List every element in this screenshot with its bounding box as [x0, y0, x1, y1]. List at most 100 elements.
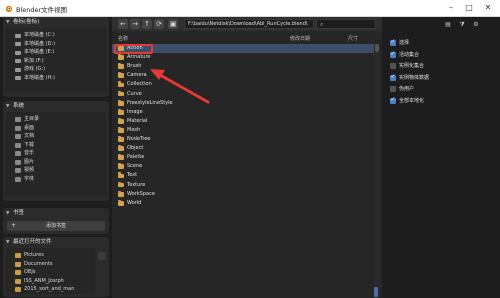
add-bookmark-button[interactable]: + 添加书签	[7, 221, 105, 231]
file-name: Scene	[127, 163, 143, 170]
file-row[interactable]: Brush	[112, 62, 374, 71]
chevron-down-icon: ▼	[6, 104, 10, 109]
option-checkbox[interactable]: 活动集合	[390, 50, 420, 59]
file-row[interactable]: Image	[112, 108, 374, 117]
file-row[interactable]: Material	[112, 117, 374, 126]
file-row[interactable]: Camera	[112, 71, 374, 80]
volume-item[interactable]: 本地磁盘 (C:)	[6, 31, 106, 40]
file-row[interactable]: WorkSpace	[112, 190, 374, 199]
maximize-button[interactable]: □	[462, 2, 476, 14]
bookmarks-panel: ▼ 书签 + 添加书签	[3, 208, 109, 234]
volume-item[interactable]: 游戏 (G:)	[6, 65, 106, 74]
recent-item[interactable]: ISS_ANM_Josrph	[6, 277, 95, 286]
view-icon[interactable]: ▤	[444, 21, 452, 29]
image-icon	[15, 159, 21, 165]
system-item-videos[interactable]: 视频	[6, 166, 106, 175]
checkbox-checked-icon[interactable]	[390, 96, 396, 104]
system-item-downloads[interactable]: 下载	[6, 141, 106, 150]
sidebar: ▼ 卷标(卷标) 本地磁盘 (C:) 本地磁盘 (D:) 本地磁盘 (E:) 新…	[0, 17, 112, 298]
recent-header[interactable]: ▼ 最近打开的文件	[3, 237, 109, 248]
gear-icon[interactable]: ⚙	[472, 21, 480, 29]
file-name: Texture	[127, 181, 146, 188]
file-row[interactable]: NodeTree	[112, 135, 374, 144]
volume-item[interactable]: 本地磁盘 (E:)	[6, 48, 106, 57]
recent-item[interactable]: OBJs	[6, 268, 95, 277]
title-bar: Blender文件视图 – □ ✕	[0, 0, 500, 17]
minimize-button[interactable]: –	[444, 2, 458, 14]
back-button[interactable]: ←	[118, 19, 128, 29]
system-list: 主目录 桌面 文档 下载 音乐 图片 视频 字体	[6, 112, 106, 196]
checkbox-checked-icon[interactable]	[390, 50, 396, 58]
file-row[interactable]: Texture	[112, 181, 374, 190]
file-list: Action Armature Brush Camera Collection Curve…	[112, 44, 374, 294]
file-row[interactable]: Armature	[112, 53, 374, 62]
file-row[interactable]: World	[112, 199, 374, 208]
video-icon	[15, 168, 21, 173]
toolbar: ← → ↑ ⟳ ▣ F:\baidu\Netdisk\Download\Abl_…	[112, 17, 382, 31]
file-row[interactable]: Palette	[112, 153, 374, 162]
file-name: Camera	[127, 72, 147, 79]
checkbox-checked-icon[interactable]	[390, 38, 396, 46]
checkbox-unchecked-icon[interactable]	[390, 63, 396, 69]
file-row[interactable]: Curve	[112, 90, 374, 99]
window-title: Blender文件视图	[16, 6, 68, 14]
folder-icon	[118, 172, 124, 179]
file-row[interactable]: FreestyleLineStyle	[112, 99, 374, 108]
checkbox-unchecked-icon[interactable]	[390, 86, 396, 92]
filter-icon[interactable]: ⧩	[458, 21, 466, 29]
file-name: Mesh	[127, 126, 141, 133]
folder-icon	[118, 163, 124, 170]
file-name: Text	[127, 172, 138, 179]
system-item-documents[interactable]: 文档	[6, 132, 106, 141]
system-header[interactable]: ▼ 系统	[3, 101, 109, 112]
scroll-indicator[interactable]	[374, 287, 378, 297]
bookmarks-header[interactable]: ▼ 书签	[3, 208, 109, 219]
option-checkbox[interactable]: 伪用户	[390, 85, 414, 93]
drive-icon	[15, 33, 21, 38]
option-checkbox[interactable]: 全部本地化	[390, 96, 424, 105]
system-item-fonts[interactable]: 字体	[6, 175, 106, 184]
parent-directory-button[interactable]: ↑	[142, 19, 152, 29]
file-name: World	[127, 199, 142, 206]
recent-item[interactable]: Documents	[6, 260, 95, 269]
drive-icon	[15, 50, 21, 55]
search-input[interactable]: ⌕	[316, 19, 376, 29]
folder-icon	[118, 117, 124, 124]
file-row[interactable]: Mesh	[112, 126, 374, 135]
system-item-desktop[interactable]: 桌面	[6, 124, 106, 133]
volume-item[interactable]: 新加 (F:)	[6, 57, 106, 66]
option-label: 活动集合	[399, 51, 420, 58]
new-folder-button[interactable]: ▣	[168, 19, 178, 29]
forward-button[interactable]: →	[130, 19, 140, 29]
drive-icon	[15, 67, 21, 72]
checkbox-checked-icon[interactable]	[390, 73, 396, 81]
system-item-pictures[interactable]: 图片	[6, 158, 106, 167]
system-item-home[interactable]: 主目录	[6, 115, 106, 124]
volume-item[interactable]: 本地磁盘 (D:)	[6, 40, 106, 49]
column-date[interactable]: 修改日期	[290, 35, 310, 43]
system-item-music[interactable]: 音乐	[6, 149, 106, 158]
file-row[interactable]: Collection	[112, 80, 374, 89]
file-name: Curve	[127, 90, 142, 97]
column-name[interactable]: 名称	[118, 35, 128, 43]
chevron-down-icon: ▼	[6, 211, 10, 216]
path-input[interactable]: F:\baidu\Netdisk\Download\Abl_RunCycle.b…	[184, 19, 314, 29]
recent-scroll-button[interactable]	[98, 252, 106, 260]
file-row[interactable]: Action	[112, 44, 374, 54]
column-size[interactable]: 尺寸	[348, 35, 358, 43]
recent-item[interactable]: 2015_sort_and_man	[6, 285, 95, 294]
recent-item[interactable]: Pictures	[6, 251, 95, 260]
option-checkbox[interactable]: 选择	[390, 38, 409, 47]
close-button[interactable]: ✕	[481, 2, 495, 14]
folder-icon	[118, 145, 124, 152]
volumes-header[interactable]: ▼ 卷标(卷标)	[3, 17, 109, 28]
file-row[interactable]: Object	[112, 144, 374, 153]
file-row[interactable]: Text	[112, 171, 374, 180]
option-checkbox[interactable]: 实例物体数据	[390, 73, 429, 82]
file-row[interactable]: Scene	[112, 162, 374, 171]
vertical-scrollbar[interactable]	[374, 44, 380, 294]
volume-item[interactable]: 本地磁盘 (H:)	[6, 74, 106, 83]
refresh-button[interactable]: ⟳	[154, 19, 164, 29]
scroll-thumb[interactable]	[375, 44, 379, 52]
option-checkbox[interactable]: 实例化集合	[390, 62, 424, 70]
